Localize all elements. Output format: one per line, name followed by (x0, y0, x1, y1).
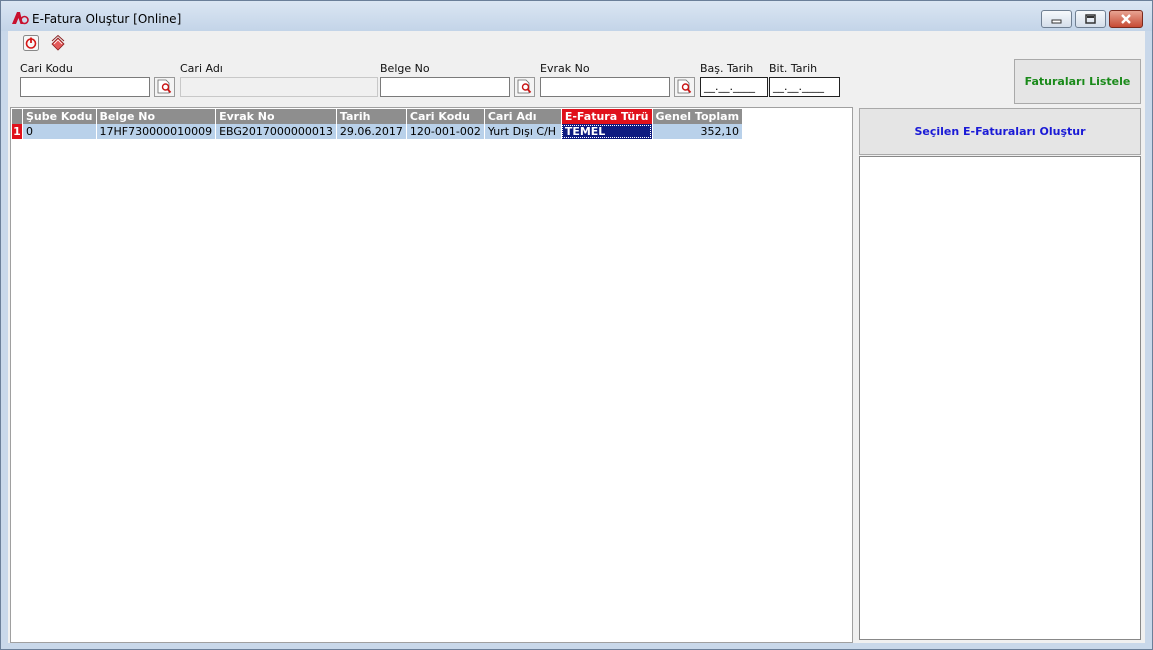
minimize-button[interactable] (1041, 10, 1072, 28)
col-belge-no[interactable]: Belge No (96, 109, 217, 124)
create-einvoices-button[interactable]: Seçilen E-Faturaları Oluştur (859, 108, 1141, 155)
bit-tarih-label: Bit. Tarih (769, 62, 818, 75)
minimize-icon (1051, 19, 1062, 24)
cari-adi-label: Cari Adı (180, 62, 223, 75)
cell-evrak-no[interactable]: EBG2017000000013 (215, 124, 337, 139)
evrak-no-input[interactable] (540, 77, 670, 97)
bit-tarih-input[interactable]: __.__.____ (769, 77, 840, 97)
invoice-table: Şube Kodu Belge No Evrak No Tarih Cari K… (12, 109, 744, 139)
invoice-grid[interactable]: Şube Kodu Belge No Evrak No Tarih Cari K… (10, 107, 853, 643)
belge-no-label: Belge No (380, 62, 430, 75)
search-document-icon (677, 79, 692, 94)
power-icon[interactable] (23, 35, 39, 51)
col-tarih[interactable]: Tarih (336, 109, 407, 124)
col-cari-kodu[interactable]: Cari Kodu (406, 109, 485, 124)
right-panel: Seçilen E-Faturaları Oluştur (858, 107, 1143, 643)
evrak-no-label: Evrak No (540, 62, 590, 75)
result-panel (859, 156, 1141, 640)
row-indicator[interactable]: 1 (12, 124, 23, 139)
cell-cari-kodu[interactable]: 120-001-002 (406, 124, 485, 139)
client-area: Cari Kodu Cari Adı Belge No Evrak No Baş… (8, 31, 1145, 643)
col-evrak-no[interactable]: Evrak No (215, 109, 337, 124)
cari-kodu-input[interactable] (20, 77, 150, 97)
cari-adi-field (180, 77, 378, 97)
cell-cari-adi[interactable]: Yurt Dışı C/H (484, 124, 562, 139)
search-document-icon (517, 79, 532, 94)
belge-no-input[interactable] (380, 77, 510, 97)
close-button[interactable] (1109, 10, 1143, 28)
search-document-icon (157, 79, 172, 94)
belge-no-lookup-button[interactable] (514, 77, 535, 97)
bas-tarih-input[interactable]: __.__.____ (700, 77, 768, 97)
maximize-button[interactable] (1075, 10, 1106, 28)
list-invoices-button[interactable]: Faturaları Listele (1014, 59, 1141, 104)
restore-icon (1085, 14, 1096, 24)
col-sube-kodu[interactable]: Şube Kodu (22, 109, 97, 124)
layers-icon[interactable] (50, 35, 66, 51)
cell-tarih[interactable]: 29.06.2017 (336, 124, 407, 139)
col-cari-adi[interactable]: Cari Adı (484, 109, 562, 124)
evrak-no-lookup-button[interactable] (674, 77, 695, 97)
cari-kodu-lookup-button[interactable] (154, 77, 175, 97)
cell-sube-kodu[interactable]: 0 (22, 124, 97, 139)
close-icon (1121, 14, 1131, 24)
app-logo-icon (12, 12, 29, 25)
col-efatura-turu[interactable]: E-Fatura Türü (561, 109, 653, 124)
table-header-row: Şube Kodu Belge No Evrak No Tarih Cari K… (12, 109, 744, 124)
cell-efatura-turu[interactable]: TEMEL (561, 124, 653, 139)
cari-kodu-label: Cari Kodu (20, 62, 73, 75)
bas-tarih-label: Baş. Tarih (700, 62, 754, 75)
window-title: E-Fatura Oluştur [Online] (32, 12, 182, 26)
title-bar[interactable]: E-Fatura Oluştur [Online] (1, 1, 1152, 31)
row-indicator-header (12, 109, 23, 124)
col-genel-toplam[interactable]: Genel Toplam (652, 109, 744, 124)
cell-belge-no[interactable]: 17HF730000010009 (96, 124, 217, 139)
main-window: E-Fatura Oluştur [Online] Cari Kodu Cari… (0, 0, 1153, 650)
cell-genel-toplam[interactable]: 352,10 (652, 124, 744, 139)
table-row[interactable]: 1 0 17HF730000010009 EBG2017000000013 29… (12, 124, 744, 139)
